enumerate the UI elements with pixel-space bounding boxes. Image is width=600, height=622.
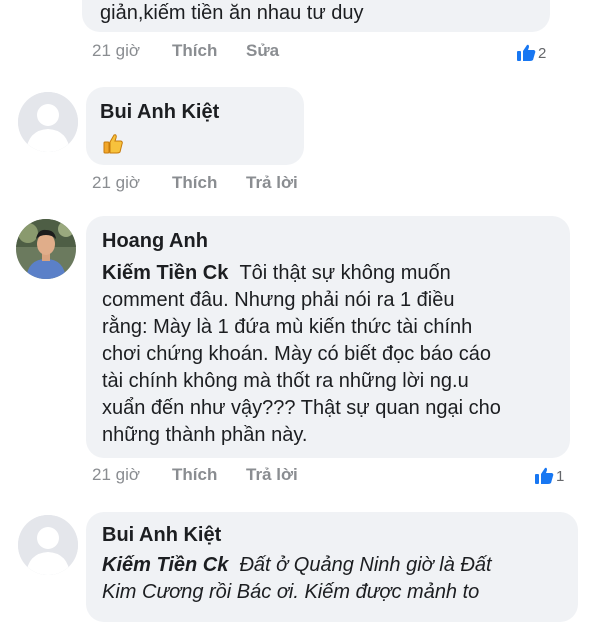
default-avatar-icon (18, 92, 78, 152)
like-link[interactable]: Thích (172, 465, 217, 485)
avatar[interactable] (18, 92, 78, 152)
comment-line: Tôi thật sự không muốn (239, 262, 451, 284)
comment-text: Kiếm Tiền Ck Đất ở Quảng Ninh giờ là Đất… (102, 552, 572, 606)
thumbs-up-emoji-icon (103, 134, 123, 154)
comment-line: chơi chứng khoán. Mày có biết đọc báo cá… (102, 343, 491, 365)
comment-text: giản,kiếm tiền ăn nhau tư duy (100, 2, 364, 24)
comment-meta: 21 giờ Thích Sửa (0, 41, 600, 65)
avatar[interactable] (16, 219, 76, 279)
timestamp: 21 giờ (92, 465, 141, 484)
comment-author[interactable]: Hoang Anh (102, 230, 208, 253)
reaction-number: 2 (538, 44, 547, 62)
comment-bubble: Hoang Anh Kiếm Tiền Ck Tôi thật sự không… (86, 216, 570, 458)
comment-author[interactable]: Bui Anh Kiệt (102, 524, 221, 547)
like-reaction-icon (535, 467, 554, 484)
default-avatar-icon (18, 515, 78, 575)
comment-line: Đất ở Quảng Ninh giờ là Đất (239, 554, 492, 576)
comment-line: những thành phần này. (102, 424, 308, 446)
reaction-count[interactable]: 1 (534, 467, 564, 485)
timestamp: 21 giờ (92, 41, 141, 60)
like-link[interactable]: Thích (172, 41, 217, 61)
comment-bubble: Bui Anh Kiệt (86, 87, 304, 165)
comment-author[interactable]: Bui Anh Kiệt (100, 101, 219, 124)
comment-text: Kiếm Tiền Ck Tôi thật sự không muốn comm… (102, 260, 572, 449)
comment-meta: 21 giờ Thích Trả lời (0, 465, 600, 489)
like-reaction-icon (517, 44, 536, 61)
comment-line: comment đâu. Nhưng phải nói ra 1 điều (102, 289, 455, 311)
reply-link[interactable]: Trả lời (246, 465, 298, 485)
comment-meta: 21 giờ Thích Trả lời (0, 173, 600, 197)
comment-line: rằng: Mày là 1 đứa mù kiến thức tài chín… (102, 316, 473, 338)
reaction-count[interactable]: 2 (516, 44, 546, 62)
edit-link[interactable]: Sửa (246, 41, 279, 61)
reply-link[interactable]: Trả lời (246, 173, 298, 193)
timestamp: 21 giờ (92, 173, 141, 192)
comment-line: xuẩn đến như vậy??? Thật sự quan ngại ch… (102, 397, 501, 419)
comment-line: tài chính không mà thốt ra những lời ng.… (102, 370, 469, 392)
user-photo-avatar (16, 219, 76, 279)
comment-line: Kim Cương rồi Bác ơi. Kiếm được mảnh to (102, 581, 480, 603)
comment-bubble: Bui Anh Kiệt Kiếm Tiền Ck Đất ở Quảng Ni… (86, 512, 578, 622)
avatar[interactable] (18, 515, 78, 575)
comment-bubble: giản,kiếm tiền ăn nhau tư duy (82, 0, 550, 32)
reaction-number: 1 (556, 467, 565, 485)
mention-link[interactable]: Kiếm Tiền Ck (102, 262, 228, 284)
mention-link[interactable]: Kiếm Tiền Ck (102, 554, 228, 576)
like-link[interactable]: Thích (172, 173, 217, 193)
